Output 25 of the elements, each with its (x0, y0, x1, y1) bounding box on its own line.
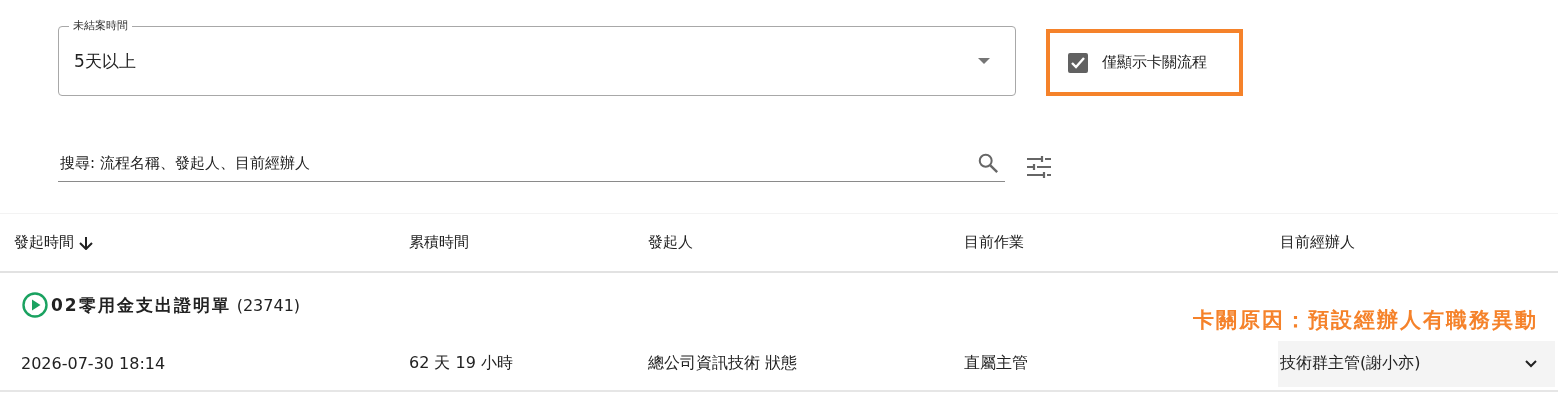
assignee-select[interactable]: 技術群主管(謝小亦) (1278, 340, 1555, 387)
column-header[interactable]: 目前經辦人 (1280, 233, 1558, 252)
column-header[interactable]: 累積時間 (409, 233, 648, 252)
select-label: 未結案時間 (69, 19, 132, 33)
column-header[interactable]: 目前作業 (964, 233, 1280, 252)
checkbox[interactable] (1068, 52, 1088, 73)
stuck-reason-note: 卡關原因：預設經辦人有職務異動 (1193, 307, 1538, 334)
dropdown-icon[interactable] (978, 58, 990, 64)
table-cell-text: 2026-07-30 18:14 (20, 354, 167, 373)
checkbox-label[interactable]: 僅顯示卡關流程 (1102, 53, 1207, 72)
select-value: 5天以上 (74, 49, 137, 73)
duration-select[interactable]: 未結案時間 5天以上 (58, 18, 1016, 96)
search-field[interactable]: 搜尋: 流程名稱、發起人、目前經辦人 (58, 145, 1005, 182)
sort-arrow-icon[interactable] (79, 235, 93, 250)
search-icon[interactable] (977, 151, 999, 174)
column-header[interactable]: 發起人 (648, 233, 964, 252)
table-cell-text: 直屬主管 (964, 353, 1029, 374)
table-cell-text: 總公司資訊技術 狀態 (648, 353, 799, 374)
filter-settings-icon[interactable] (1027, 155, 1051, 178)
table-cell-text: 62 天 19 小時 (409, 353, 514, 374)
process-number: (23741) (236, 295, 301, 315)
play-icon[interactable] (22, 292, 48, 318)
process-title[interactable]: 02零用金支出證明單 (51, 293, 231, 317)
column-header[interactable]: 發起時間 (14, 233, 409, 252)
chevron-down-icon[interactable] (1525, 359, 1537, 368)
